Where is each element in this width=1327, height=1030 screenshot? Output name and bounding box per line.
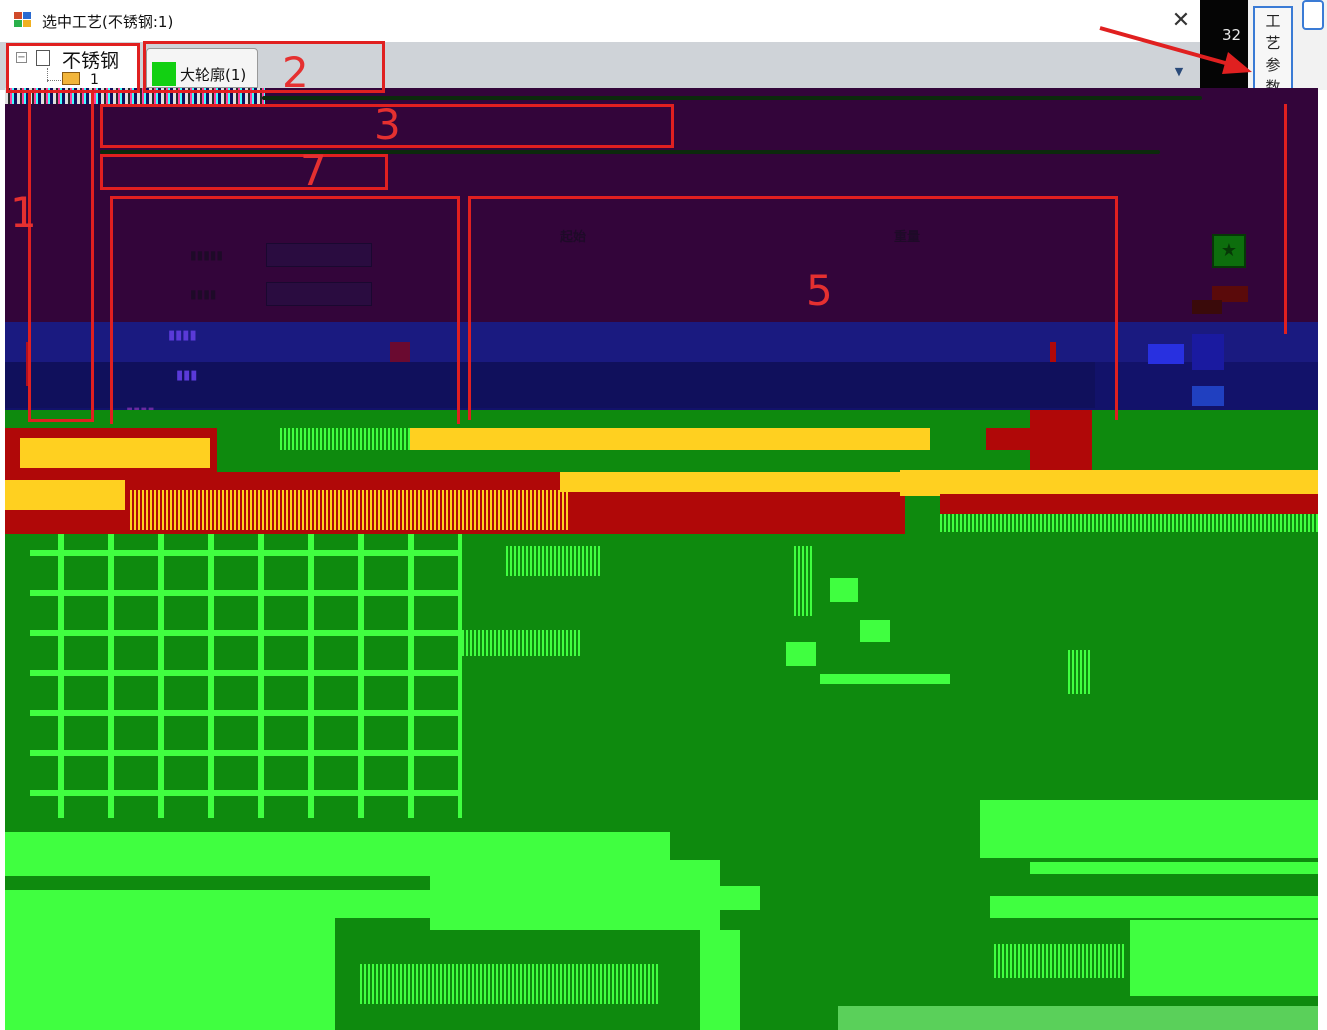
- annotation-number-3: 3: [374, 100, 401, 149]
- blue-button-1[interactable]: [1148, 344, 1184, 364]
- green-slab-right-2: [1030, 862, 1318, 874]
- dither-strip-1: [280, 428, 410, 450]
- red-bar-right: [940, 494, 1318, 514]
- green-slab-5: [690, 886, 760, 910]
- annotation-box-fields: [110, 196, 460, 424]
- green-square-1: [830, 578, 858, 602]
- annotation-box-tree: [6, 43, 140, 93]
- green-slab-3: [5, 918, 335, 1030]
- window-title: 选中工艺(不锈钢:1): [42, 13, 174, 31]
- annotation-number-7: 7: [300, 146, 327, 195]
- yellow-block-2: [5, 480, 125, 510]
- dither-block-3: [1068, 650, 1092, 694]
- slider-track-top[interactable]: [262, 96, 1202, 100]
- green-slab-6: [700, 930, 740, 1030]
- blue-button-2[interactable]: [1192, 334, 1224, 370]
- grid-pattern: [30, 534, 462, 818]
- green-slab-right-1: [980, 800, 1318, 858]
- yellow-bar-right: [900, 470, 1318, 496]
- yellow-block-3: [560, 472, 900, 492]
- annotation-box-5: [468, 196, 1118, 420]
- process-params-char-1: 工: [1265, 12, 1281, 30]
- star-button[interactable]: ★: [1212, 234, 1246, 268]
- app-window: 选中工艺(不锈钢:1) ✕ 32 工 艺 参 数 − 不锈钢 1 大轮廓(1) …: [0, 0, 1327, 1030]
- yellow-block-1: [20, 438, 210, 468]
- green-square-2: [860, 620, 890, 642]
- dither-strip-5: [994, 944, 1124, 978]
- blue-button-3[interactable]: [1192, 386, 1224, 406]
- annotation-line-right: [1284, 104, 1287, 334]
- process-params-char-3: 参: [1265, 56, 1281, 74]
- annotation-box-tab: [143, 41, 385, 93]
- annotation-box-7: [100, 154, 388, 190]
- annotation-box-1: [28, 92, 94, 422]
- green-slab-2: [5, 890, 430, 918]
- dither-strip-4: [360, 964, 660, 1004]
- annotation-arrow: [1099, 26, 1252, 74]
- dither-block-4: [794, 546, 814, 616]
- process-params-button[interactable]: 工 艺 参 数: [1253, 6, 1293, 98]
- green-slab-4: [430, 860, 720, 930]
- green-slab-right-4: [1130, 920, 1318, 996]
- app-icon: [14, 12, 32, 28]
- dither-strip-2: [130, 490, 570, 530]
- green-bar-1: [820, 674, 950, 684]
- star-icon: ★: [1220, 240, 1238, 261]
- annotation-number-1: 1: [10, 188, 37, 237]
- green-slab-right-3: [990, 896, 1318, 918]
- process-params-char-2: 艺: [1265, 34, 1281, 52]
- green-bottom-bar: [838, 1006, 1318, 1030]
- title-bar: 选中工艺(不锈钢:1) ✕: [0, 0, 1200, 42]
- yellow-bar-top: [410, 428, 930, 450]
- dither-strip-3: [940, 514, 1318, 532]
- small-dark-block: [1192, 300, 1222, 314]
- dither-block-1: [506, 546, 602, 576]
- side-tab[interactable]: [1302, 0, 1324, 30]
- annotation-number-5: 5: [806, 266, 833, 315]
- dither-block-2: [462, 630, 582, 656]
- annotation-number-2: 2: [282, 48, 309, 97]
- green-square-3: [786, 642, 816, 666]
